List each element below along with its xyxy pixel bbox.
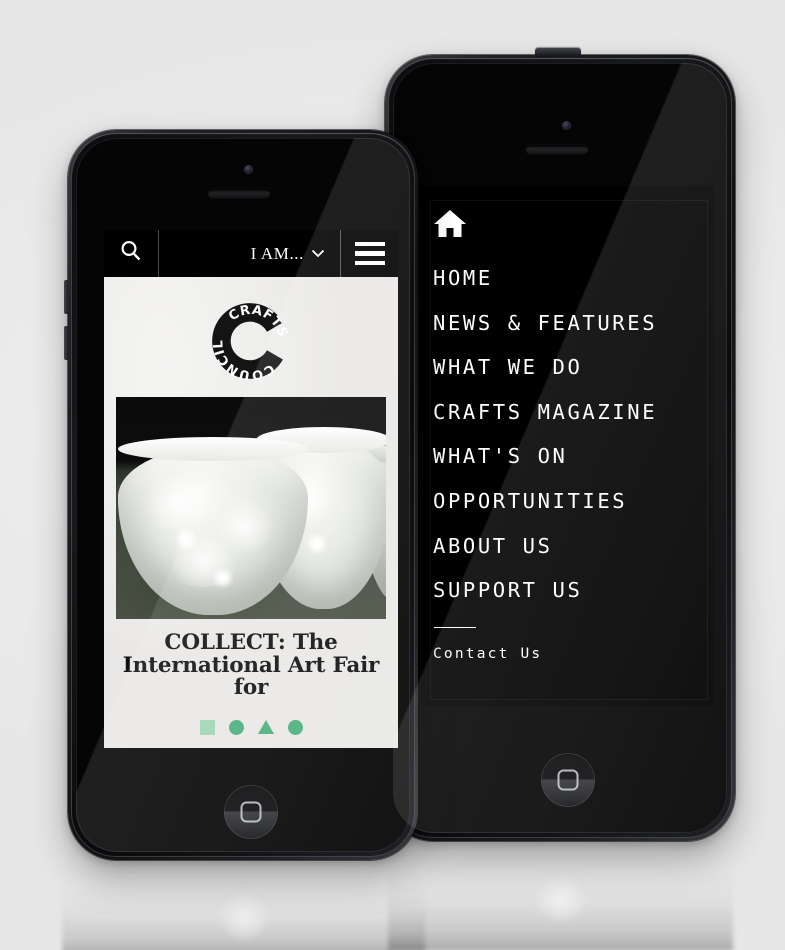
nav-item-support-us[interactable]: SUPPORT US — [433, 568, 714, 613]
hero-carousel-image[interactable] — [116, 397, 386, 619]
front-phone-device: I AM... CRAFTS COUNCIL COLLECT: The Inte… — [64, 130, 418, 860]
chevron-down-icon — [311, 245, 325, 263]
home-icon[interactable] — [433, 208, 467, 238]
hamburger-menu-button[interactable] — [341, 230, 398, 277]
front-phone-home-button[interactable] — [224, 785, 278, 839]
earpiece-speaker — [208, 189, 270, 198]
hero-headline[interactable]: COLLECT: The International Art Fair for — [112, 631, 390, 700]
home-button-square-icon — [240, 801, 262, 823]
carousel-indicator-3-triangle[interactable] — [257, 720, 274, 734]
nav-item-contact-us[interactable]: Contact Us — [433, 646, 714, 662]
reflection-home-button-back — [534, 869, 587, 921]
nav-item-news-features[interactable]: NEWS & FEATURES — [433, 301, 714, 346]
search-button[interactable] — [104, 230, 159, 277]
hero-bowl-front-texture-1 — [142, 475, 214, 531]
hero-bowl-front-highlight-2 — [212, 567, 234, 589]
back-phone-screen: HOME NEWS & FEATURES WHAT WE DO CRAFTS M… — [421, 186, 714, 706]
hamburger-bar-3 — [354, 260, 385, 266]
nav-item-about-us[interactable]: ABOUT US — [433, 524, 714, 569]
nav-item-crafts-magazine[interactable]: CRAFTS MAGAZINE — [433, 390, 714, 435]
hero-bowl-middle-highlight — [306, 533, 328, 555]
hero-bowl-front-rim — [118, 437, 308, 461]
reflection-home-button-front — [217, 887, 270, 939]
hamburger-bar-2 — [354, 251, 385, 256]
carousel-indicator-2-circle[interactable] — [228, 719, 244, 735]
nav-item-what-we-do[interactable]: WHAT WE DO — [433, 345, 714, 390]
front-camera — [244, 165, 253, 174]
hamburger-menu-icon — [354, 241, 385, 247]
crafts-council-mobile-site: I AM... CRAFTS COUNCIL COLLECT: The Inte… — [104, 230, 398, 748]
home-button-square-icon — [557, 769, 579, 791]
nav-list: HOME NEWS & FEATURES WHAT WE DO CRAFTS M… — [433, 256, 714, 613]
nav-item-home[interactable]: HOME — [433, 256, 714, 301]
carousel-indicators — [104, 719, 398, 735]
front-camera — [562, 121, 571, 130]
power-button[interactable] — [535, 48, 581, 57]
front-phone-screen: I AM... CRAFTS COUNCIL COLLECT: The Inte… — [104, 230, 398, 748]
carousel-indicator-4-circle[interactable] — [287, 719, 303, 735]
hero-bowl-front-highlight-1 — [174, 527, 198, 551]
site-topbar: I AM... — [104, 230, 398, 277]
audience-selector[interactable]: I AM... — [241, 230, 341, 277]
crafts-council-logo[interactable]: CRAFTS COUNCIL — [209, 299, 293, 383]
back-phone-device: HOME NEWS & FEATURES WHAT WE DO CRAFTS M… — [385, 48, 735, 841]
nav-item-whats-on[interactable]: WHAT'S ON — [433, 434, 714, 479]
nav-item-opportunities[interactable]: OPPORTUNITIES — [433, 479, 714, 524]
back-phone-reflection — [388, 839, 733, 950]
page-content: CRAFTS COUNCIL COLLECT: The Internationa… — [104, 277, 398, 748]
audience-selector-label: I AM... — [250, 243, 304, 263]
back-phone-home-button[interactable] — [541, 753, 595, 807]
site-header: CRAFTS COUNCIL — [104, 277, 398, 397]
volume-up-button[interactable] — [64, 280, 68, 314]
search-icon — [119, 239, 143, 268]
mockup-scene: HOME NEWS & FEATURES WHAT WE DO CRAFTS M… — [0, 0, 785, 950]
carousel-indicator-1-square[interactable] — [199, 719, 215, 735]
earpiece-speaker — [526, 145, 588, 154]
volume-down-button[interactable] — [64, 326, 68, 360]
nav-divider — [434, 626, 476, 629]
front-phone-reflection — [62, 857, 425, 950]
mobile-nav-menu: HOME NEWS & FEATURES WHAT WE DO CRAFTS M… — [421, 186, 714, 706]
